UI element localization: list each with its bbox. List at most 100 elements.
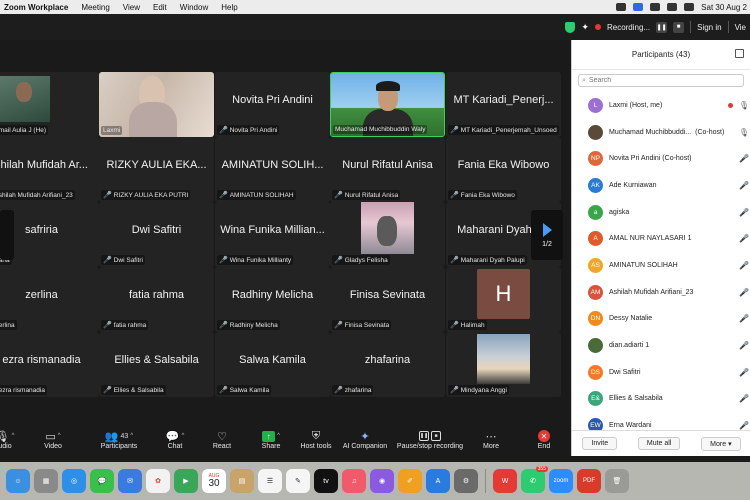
video-tile[interactable]: 🎤mail Aulia J (He) bbox=[0, 72, 99, 137]
video-tile[interactable]: 🎤 Mindyana Anggi bbox=[446, 332, 561, 397]
participant-row[interactable]: AM Ashilah Mufidah Arifiani_23 🎤 bbox=[572, 279, 750, 306]
mute-all-button[interactable]: Mute all bbox=[637, 437, 681, 450]
host-tools-button[interactable]: ⛨ Host tools bbox=[298, 429, 334, 451]
video-tile[interactable]: H 🎤 Halimah bbox=[446, 267, 561, 332]
video-tile[interactable]: 🎤 Gladys Felisha bbox=[330, 202, 445, 267]
video-tile[interactable]: AMINATUN SOLIH... 🎤 AMINATUN SOLIHAH bbox=[215, 137, 330, 202]
prev-page-button[interactable] bbox=[0, 210, 14, 260]
zoom-app-icon[interactable]: zoom bbox=[549, 469, 573, 493]
safari-icon[interactable]: ◎ bbox=[62, 469, 86, 493]
appletv-icon[interactable]: tv bbox=[314, 469, 338, 493]
chevron-up-icon[interactable]: ^ bbox=[12, 433, 15, 439]
menu-edit[interactable]: Edit bbox=[153, 3, 167, 12]
share-button[interactable]: ↑ ^ Share bbox=[256, 429, 286, 450]
menu-window[interactable]: Window bbox=[180, 3, 208, 12]
finder-icon[interactable]: ☺ bbox=[6, 469, 30, 493]
sparkle-icon[interactable]: ✦ bbox=[581, 22, 589, 33]
mic-muted-icon[interactable]: 🎤 bbox=[739, 341, 749, 350]
menu-help[interactable]: Help bbox=[221, 3, 237, 12]
video-tile[interactable]: MT Kariadi_Penerj... 🎤 MT Kariadi_Penerjem… bbox=[446, 72, 561, 137]
video-tile[interactable]: Radhiny Melicha 🎤 Radhiny Melicha bbox=[215, 267, 330, 332]
video-tile[interactable]: fatia rahma 🎤 fatia rahma bbox=[99, 267, 214, 332]
photos-icon[interactable]: ✿ bbox=[146, 469, 170, 493]
participant-row[interactable]: AS AMINATUN SOLIHAH 🎤 bbox=[572, 252, 750, 279]
video-tile[interactable]: zhafarina 🎤 zhafarina bbox=[330, 332, 445, 397]
microphone-icon[interactable]: 🎙 bbox=[739, 128, 749, 137]
chevron-up-icon[interactable]: ^ bbox=[130, 433, 133, 439]
video-tile[interactable]: Dwi Safitri 🎤 Dwi Safitri bbox=[99, 202, 214, 267]
participant-row[interactable]: A AMAL NUR NAYLASARI 1 🎤 bbox=[572, 225, 750, 252]
facetime-icon[interactable]: ▶ bbox=[174, 469, 198, 493]
audio-button[interactable]: 🎙 ^ udio bbox=[0, 429, 16, 451]
chat-button[interactable]: 💬 ^ Chat bbox=[162, 429, 188, 451]
video-tile[interactable]: Novita Pri Andini 🎤 Novita Pri Andini bbox=[215, 72, 330, 137]
vpn-icon[interactable] bbox=[633, 3, 644, 11]
contacts-icon[interactable]: ▤ bbox=[230, 469, 254, 493]
pdf-app-icon[interactable]: PDF bbox=[577, 469, 601, 493]
microphone-icon[interactable]: 🎙 bbox=[739, 101, 749, 110]
menu-app[interactable]: Zoom Workplace bbox=[4, 3, 68, 12]
mic-muted-icon[interactable]: 🎤 bbox=[739, 394, 749, 403]
participant-row[interactable]: DS Dwi Safitri 🎤 bbox=[572, 359, 750, 386]
video-tile[interactable]: ezra rismanadia🎤ezra rismanadia bbox=[0, 332, 99, 397]
control-center-icon[interactable] bbox=[684, 3, 695, 11]
launchpad-icon[interactable]: ▦ bbox=[34, 469, 58, 493]
mic-muted-icon[interactable]: 🎤 bbox=[739, 234, 749, 243]
participants-button[interactable]: 👥 43 ^ Participants bbox=[96, 429, 142, 451]
chevron-up-icon[interactable]: ^ bbox=[58, 433, 61, 439]
pause-recording-icon[interactable]: ❚❚ bbox=[656, 21, 668, 33]
sign-in-link[interactable]: Sign in bbox=[697, 23, 721, 32]
music-icon[interactable]: ♫ bbox=[342, 469, 366, 493]
wifi-icon[interactable] bbox=[650, 3, 661, 11]
podcasts-icon[interactable]: ◉ bbox=[370, 469, 394, 493]
clock[interactable]: Sat 30 Aug 2 bbox=[701, 3, 747, 12]
trash-icon[interactable]: 🗑 bbox=[605, 469, 629, 493]
participant-row[interactable]: DN Dessy Natalie 🎤 bbox=[572, 306, 750, 333]
video-tile[interactable]: Ellies & Salsabila 🎤 Ellies & Salsabila bbox=[99, 332, 214, 397]
wps-office-icon[interactable]: W bbox=[493, 469, 517, 493]
react-button[interactable]: ♡ React bbox=[208, 429, 236, 451]
menu-meeting[interactable]: Meeting bbox=[81, 3, 109, 12]
calendar-icon[interactable]: AUG 30 bbox=[202, 469, 226, 493]
participant-row[interactable]: AK Ade Kurniawan 🎤 bbox=[572, 172, 750, 199]
pages-icon[interactable]: ✐ bbox=[398, 469, 422, 493]
video-tile[interactable]: Salwa Kamila 🎤 Salwa Kamila bbox=[215, 332, 330, 397]
participant-row[interactable]: L Laxmi (Host, me) 🎙 bbox=[572, 92, 750, 119]
video-tile[interactable]: RIZKY AULIA EKA... 🎤 RIZKY AULIA EKA PUTRI bbox=[99, 137, 214, 202]
pause-stop-recording-button[interactable]: ❚❚ ■ Pause/stop recording bbox=[394, 429, 466, 450]
freeform-icon[interactable]: ✎ bbox=[286, 469, 310, 493]
mic-muted-icon[interactable]: 🎤 bbox=[739, 208, 749, 217]
video-tile[interactable]: Wina Funika Millian... 🎤 Wina Funika Milli… bbox=[215, 202, 330, 267]
more-options-button[interactable]: More ▾ bbox=[701, 436, 741, 451]
mic-muted-icon[interactable]: 🎤 bbox=[739, 181, 749, 190]
participant-row[interactable]: Muchamad Muchibbuddi... (Co-host) 🎙 bbox=[572, 119, 750, 146]
search-box[interactable]: ⌕ bbox=[578, 74, 744, 87]
video-tile[interactable]: Finisa Sevinata 🎤 Finisa Sevinata bbox=[330, 267, 445, 332]
chevron-up-icon[interactable]: ^ bbox=[181, 433, 184, 439]
participant-row[interactable]: E& Ellies & Salsabila 🎤 bbox=[572, 386, 750, 413]
ai-companion-button[interactable]: ✦ AI Companion bbox=[341, 429, 389, 451]
video-tile[interactable]: zerlina 🎤erlina bbox=[0, 267, 99, 332]
mic-muted-icon[interactable]: 🎤 bbox=[739, 368, 749, 377]
mic-muted-icon[interactable]: 🎤 bbox=[739, 261, 749, 270]
reminders-icon[interactable]: ☰ bbox=[258, 469, 282, 493]
end-meeting-button[interactable]: ✕ End bbox=[534, 429, 554, 450]
participant-row[interactable]: dian.adiarti 1 🎤 bbox=[572, 332, 750, 359]
stop-recording-icon[interactable]: ■ bbox=[673, 21, 685, 33]
status-icon[interactable] bbox=[616, 3, 627, 11]
more-button[interactable]: ⋯ More bbox=[480, 429, 502, 451]
whatsapp-icon[interactable]: ✆ 355 bbox=[521, 466, 548, 493]
battery-icon[interactable] bbox=[667, 3, 678, 11]
menu-view[interactable]: View bbox=[123, 3, 140, 12]
next-page-button[interactable]: 1/2 bbox=[531, 210, 563, 260]
popout-icon[interactable] bbox=[735, 49, 744, 58]
security-shield-icon[interactable] bbox=[565, 21, 576, 33]
participant-row[interactable]: a agiska 🎤 bbox=[572, 199, 750, 226]
video-tile[interactable]: Fania Eka Wibowo 🎤 Fania Eka Wibowo bbox=[446, 137, 561, 202]
video-tile[interactable]: safriria🎤aria bbox=[0, 202, 99, 267]
mic-muted-icon[interactable]: 🎤 bbox=[739, 154, 749, 163]
video-tile[interactable]: Laxmi bbox=[99, 72, 214, 137]
video-tile[interactable]: shilah Mufidah Ar... 🎤shilah Mufidah Arif… bbox=[0, 137, 99, 202]
video-tile[interactable]: Muchamad Muchibbuddin Waly bbox=[330, 72, 445, 137]
messages-icon[interactable]: 💬 bbox=[90, 469, 114, 493]
